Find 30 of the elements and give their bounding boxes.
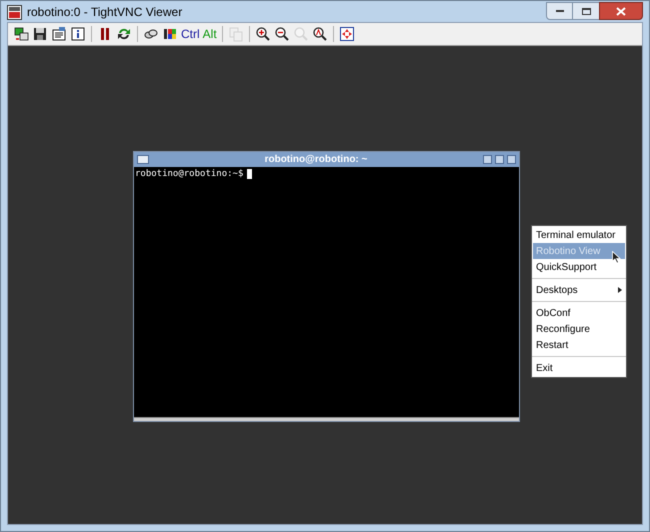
- zoom-out-icon[interactable]: [274, 26, 290, 42]
- menu-item[interactable]: Restart: [533, 337, 625, 353]
- minimize-button[interactable]: [546, 2, 573, 20]
- menu-item[interactable]: ObConf: [533, 305, 625, 321]
- menu-item[interactable]: Exit: [533, 360, 625, 376]
- menu-item[interactable]: Reconfigure: [533, 321, 625, 337]
- terminal-prompt: robotino@robotino:~$: [135, 168, 244, 180]
- info-icon[interactable]: [70, 26, 86, 42]
- mouse-pointer-icon: [612, 251, 621, 264]
- close-icon: [616, 6, 626, 16]
- windows-icon[interactable]: [162, 26, 178, 42]
- maximize-button[interactable]: [573, 2, 599, 20]
- menu-item[interactable]: Desktops: [533, 282, 625, 298]
- submenu-arrow-icon: [618, 287, 622, 293]
- app-icon: [7, 4, 22, 20]
- text-cursor: [247, 169, 252, 179]
- options-icon[interactable]: [51, 26, 67, 42]
- zoom-auto-icon[interactable]: [312, 26, 328, 42]
- zoom-in-icon[interactable]: [254, 26, 271, 42]
- window-title: robotino:0 - TightVNC Viewer: [27, 4, 184, 21]
- save-icon[interactable]: [32, 26, 48, 42]
- menu-item[interactable]: QuickSupport: [533, 259, 625, 275]
- terminal-title: robotino@robotino: ~: [264, 153, 368, 166]
- connection-icon[interactable]: [13, 26, 29, 42]
- close-button[interactable]: [599, 2, 643, 20]
- window-menu-icon[interactable]: [137, 155, 149, 164]
- fullscreen-icon[interactable]: [338, 26, 355, 42]
- refresh-icon[interactable]: [116, 26, 132, 42]
- key-button[interactable]: Ctrl: [181, 26, 200, 42]
- menu-item[interactable]: Terminal emulator: [533, 227, 625, 243]
